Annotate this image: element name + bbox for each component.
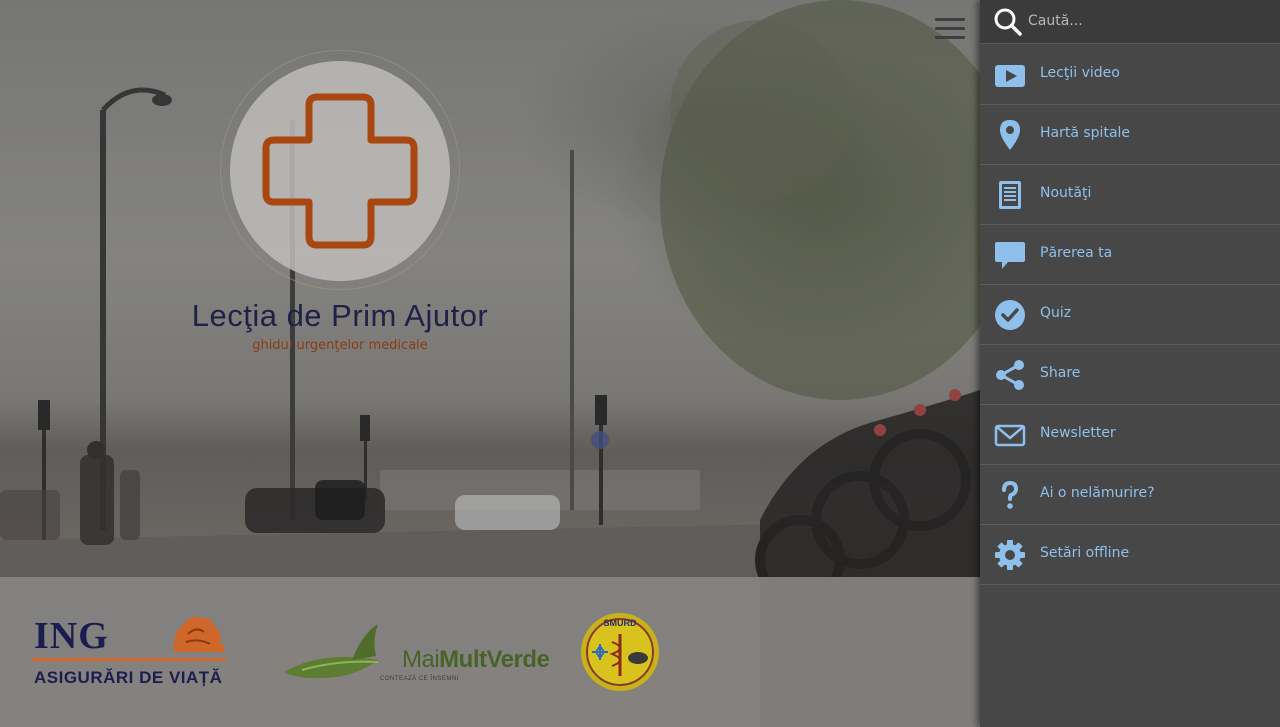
maimultverde-bold: MultVerde <box>439 646 550 673</box>
smurd-emblem-icon[interactable]: SMURD <box>580 612 660 692</box>
app-subtitle: ghidul urgenţelor medicale <box>252 338 428 353</box>
search-icon[interactable] <box>994 8 1022 36</box>
menu-item-label: Noutăţi <box>1040 185 1092 201</box>
search-bar <box>980 0 1280 44</box>
menu-item-feedback[interactable]: Părerea ta <box>980 225 1280 285</box>
menu-item-label: Lecţii video <box>1040 65 1120 81</box>
menu-item-video-lessons[interactable]: Lecţii video <box>980 45 1280 105</box>
menu-item-offline-settings[interactable]: Setări offline <box>980 525 1280 585</box>
app-window: Lecţia de Prim Ajutor ghidul urgenţelor … <box>0 0 1280 727</box>
drawer-menu: Lecţii video Hartă spitale Noutăţi Părer… <box>980 45 1280 585</box>
ing-logo[interactable]: ING ASIGURĂRI DE VIAȚĂ <box>32 612 228 692</box>
app-title: Lecţia de Prim Ajutor <box>191 298 489 333</box>
hamburger-line <box>935 36 965 39</box>
menu-item-label: Share <box>1040 365 1081 381</box>
menu-item-news[interactable]: Noutăţi <box>980 165 1280 225</box>
question-mark-icon <box>1002 480 1019 509</box>
gear-icon <box>995 540 1025 570</box>
hamburger-line <box>935 27 965 30</box>
maimultverde-logo-text: MaiMultVerde <box>402 646 550 674</box>
share-icon <box>996 360 1024 390</box>
menu-item-label: Părerea ta <box>1040 245 1113 261</box>
first-aid-cross-icon <box>262 93 418 249</box>
speech-bubble-icon <box>995 242 1025 269</box>
menu-item-newsletter[interactable]: Newsletter <box>980 405 1280 465</box>
maimultverde-prefix: Mai <box>402 646 440 673</box>
navigation-drawer: Lecţii video Hartă spitale Nou <box>980 0 1280 727</box>
menu-item-label: Newsletter <box>1040 425 1116 441</box>
ing-logo-text: ING <box>34 615 109 657</box>
ing-orange-line <box>32 658 226 661</box>
menu-item-label: Ai o nelămurire? <box>1040 485 1155 501</box>
search-input[interactable] <box>1026 6 1270 36</box>
menu-item-help[interactable]: Ai o nelămurire? <box>980 465 1280 525</box>
menu-item-label: Setări offline <box>1040 545 1130 561</box>
menu-item-hospital-map[interactable]: Hartă spitale <box>980 105 1280 165</box>
menu-item-share[interactable]: Share <box>980 345 1280 405</box>
video-play-icon <box>995 65 1025 87</box>
menu-item-label: Quiz <box>1040 305 1072 321</box>
ing-lion-icon <box>173 616 225 652</box>
map-pin-icon <box>1000 120 1020 150</box>
hamburger-line <box>935 18 965 21</box>
main-splash: Lecţia de Prim Ajutor ghidul urgenţelor … <box>0 0 980 727</box>
maimultverde-logo[interactable]: MaiMultVerde CONTEAZĂ CE ÎNSEMNI <box>282 620 550 690</box>
menu-item-label: Hartă spitale <box>1040 125 1131 141</box>
ing-logo-tagline: ASIGURĂRI DE VIAȚĂ <box>34 668 223 687</box>
news-icon <box>999 181 1021 209</box>
menu-item-quiz[interactable]: Quiz <box>980 285 1280 345</box>
maimultverde-tagline: CONTEAZĂ CE ÎNSEMNI <box>380 676 459 682</box>
smurd-emblem-text: SMURD <box>604 618 637 628</box>
hamburger-menu-icon[interactable] <box>935 18 965 42</box>
envelope-icon <box>994 424 1026 447</box>
check-circle-icon <box>995 300 1025 330</box>
